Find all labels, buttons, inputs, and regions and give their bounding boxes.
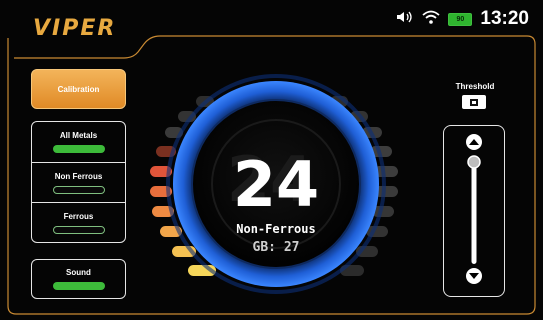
threshold-down-icon[interactable] [466, 268, 482, 284]
target-type-label: Non-Ferrous [236, 222, 316, 236]
threshold-slider[interactable] [444, 126, 506, 298]
threshold-label: Threshold [455, 82, 495, 91]
threshold-track[interactable] [471, 158, 477, 264]
threshold-square-icon [470, 98, 478, 106]
threshold-slider-panel [443, 125, 505, 297]
threshold-knob[interactable] [467, 155, 481, 169]
detector-screen: VIPER 90 13:20 Calibration All Metals No… [0, 0, 543, 320]
threshold-value-box [462, 95, 486, 109]
target-id-number: 24 [232, 148, 320, 221]
threshold-up-icon[interactable] [466, 134, 482, 150]
ground-balance-readout: GB: 27 [252, 240, 300, 255]
